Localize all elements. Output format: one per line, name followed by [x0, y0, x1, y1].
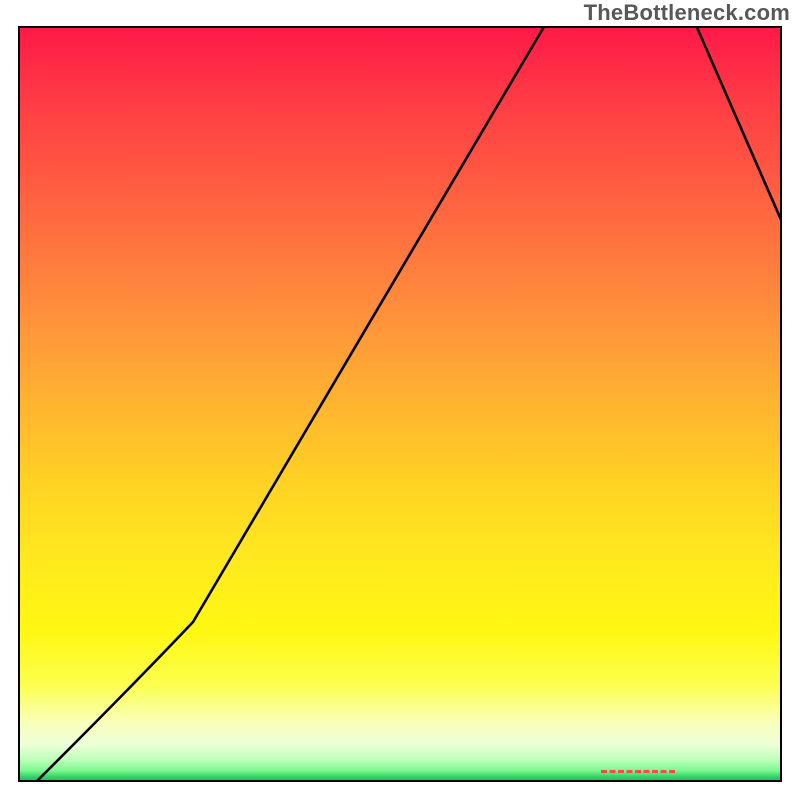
chart-frame — [18, 26, 782, 782]
chart-plot-area — [18, 26, 782, 782]
watermark-label: TheBottleneck.com — [584, 0, 790, 26]
